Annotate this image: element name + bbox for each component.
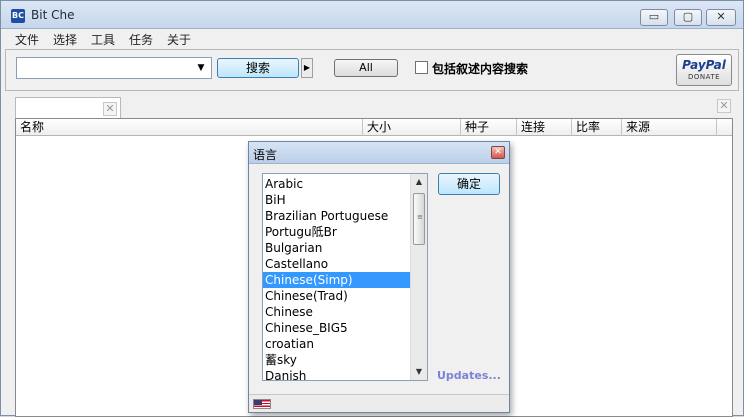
dialog-title: 语言	[253, 148, 278, 162]
maximize-button[interactable]: ▢	[674, 9, 702, 26]
results-tab[interactable]: ✕	[15, 97, 121, 119]
minimize-button[interactable]: ▭	[640, 9, 668, 26]
language-item[interactable]: Chinese(Trad)	[263, 288, 411, 304]
language-item-selected[interactable]: Chinese(Simp)	[263, 272, 411, 288]
language-item[interactable]: Danish	[263, 368, 411, 380]
include-description-label: 包括叙述内容搜索	[432, 62, 529, 76]
all-button[interactable]: All	[334, 59, 398, 77]
ok-button[interactable]: 确定	[438, 173, 500, 195]
language-item[interactable]: Castellano	[263, 256, 411, 272]
results-tabstrip: ✕ ✕	[5, 95, 739, 119]
language-dialog: 语言 ✕ Arabic BiH Brazilian Portuguese Por…	[248, 141, 510, 413]
window-title: Bit Che	[31, 8, 75, 22]
main-window: BC Bit Che ▭ ▢ ✕ 文件 选择 工具 任务 关于 ▼ 搜索 ▶ A…	[0, 0, 744, 417]
close-button[interactable]: ✕	[706, 9, 736, 26]
language-item[interactable]: Chinese	[263, 304, 411, 320]
donate-label: DONATE	[687, 73, 721, 81]
language-list[interactable]: Arabic BiH Brazilian Portuguese Portugu阺…	[262, 173, 428, 381]
search-options-arrow-icon[interactable]: ▶	[301, 58, 313, 78]
column-name[interactable]: 名称	[16, 119, 363, 136]
scroll-down-icon[interactable]: ▼	[411, 364, 427, 380]
scroll-up-icon[interactable]: ▲	[411, 174, 427, 190]
dialog-close-icon[interactable]: ✕	[491, 146, 505, 159]
dialog-title-bar: 语言 ✕	[249, 142, 509, 164]
language-item[interactable]: Brazilian Portuguese	[263, 208, 411, 224]
paypal-donate-button[interactable]: PayPal DONATE	[676, 54, 732, 86]
column-source[interactable]: 来源	[622, 119, 717, 136]
close-tab-icon[interactable]: ✕	[103, 102, 117, 116]
close-all-tabs-icon[interactable]: ✕	[717, 99, 731, 113]
include-description-checkbox[interactable]	[415, 61, 428, 74]
paypal-logo: PayPal	[682, 58, 726, 72]
language-item[interactable]: Bulgarian	[263, 240, 411, 256]
menu-about[interactable]: 关于	[167, 31, 191, 48]
language-item[interactable]: croatian	[263, 336, 411, 352]
title-bar: BC Bit Che ▭ ▢ ✕	[1, 1, 743, 29]
column-peers[interactable]: 连接	[517, 119, 572, 136]
language-scrollbar[interactable]: ▲ ≡ ▼	[410, 174, 427, 380]
language-item[interactable]: Portugu阺Br	[263, 224, 411, 240]
column-seeds[interactable]: 种子	[461, 119, 517, 136]
language-item[interactable]: Arabic	[263, 176, 411, 192]
results-header: 名称 大小 种子 连接 比率 来源	[16, 119, 732, 136]
menu-bar: 文件 选择 工具 任务 关于	[1, 29, 743, 49]
column-size[interactable]: 大小	[363, 119, 461, 136]
updates-link[interactable]: Updates...	[437, 369, 501, 382]
column-ratio[interactable]: 比率	[572, 119, 622, 136]
us-flag-icon	[253, 399, 271, 409]
dialog-status-bar	[249, 394, 509, 412]
language-item[interactable]: BiH	[263, 192, 411, 208]
search-toolbar: ▼ 搜索 ▶ All 包括叙述内容搜索 PayPal DONATE	[5, 49, 739, 91]
search-combobox[interactable]: ▼	[16, 57, 212, 79]
menu-tools[interactable]: 工具	[91, 31, 115, 48]
scrollbar-thumb[interactable]: ≡	[413, 193, 425, 245]
menu-select[interactable]: 选择	[53, 31, 77, 48]
language-item[interactable]: Chinese_BIG5	[263, 320, 411, 336]
menu-file[interactable]: 文件	[15, 31, 39, 48]
language-item[interactable]: 蓄sky	[263, 352, 411, 368]
app-icon: BC	[11, 9, 25, 23]
dropdown-arrow-icon[interactable]: ▼	[193, 60, 209, 76]
search-button[interactable]: 搜索	[217, 58, 299, 78]
menu-tasks[interactable]: 任务	[129, 31, 153, 48]
